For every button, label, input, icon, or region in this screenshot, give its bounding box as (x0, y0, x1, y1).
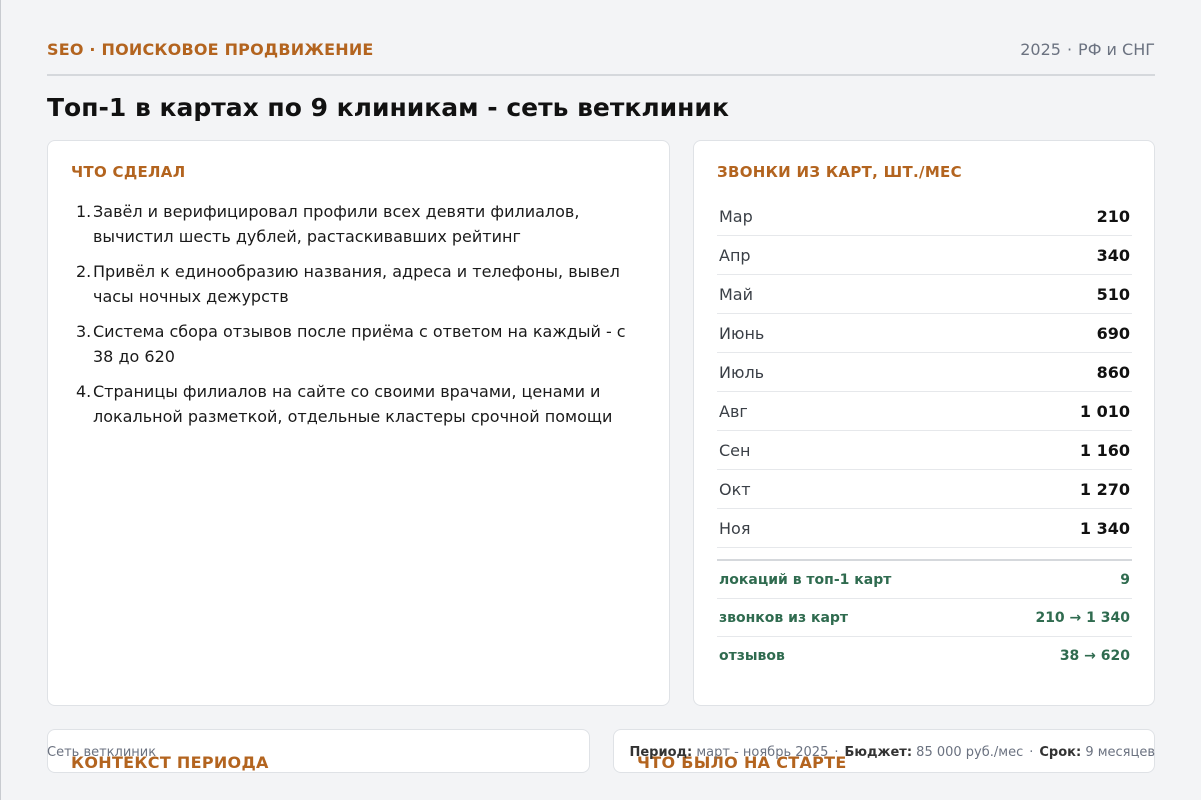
calls-row: Май 510 (717, 275, 1132, 314)
did-heading: ЧТО СДЕЛАЛ (71, 163, 186, 181)
budget-value: 85 000 руб./мес (916, 745, 1024, 760)
did-item-number: 3. (76, 322, 92, 341)
separator: · (1066, 40, 1073, 59)
summary-value: 210 → 1 340 (1035, 609, 1130, 626)
summary-label: локаций в топ-1 карт (719, 571, 892, 588)
calls-row: Июнь 690 (717, 314, 1132, 353)
summary-label: отзывов (719, 648, 785, 664)
did-item-text: Привёл к единообразию названия, адреса и… (93, 262, 620, 306)
summary-row: отзывов 38 → 620 (717, 637, 1132, 675)
calls-card: ЗВОНКИ ИЗ КАРТ, ШТ./МЕС Мар 210 Апр 340 Ма… (693, 140, 1155, 706)
month: Ноя (719, 518, 751, 538)
calls-row: Сен 1 160 (717, 431, 1132, 470)
period-label: Период: (629, 745, 693, 760)
did-item: 2. Привёл к единообразию названия, адреса… (71, 259, 651, 309)
did-item-text: Завёл и верифицировал профили всех девят… (93, 202, 580, 246)
did-item-text: Страницы филиалов на сайте со своими вра… (93, 382, 613, 426)
period-value: март - ноябрь 2025 (696, 745, 829, 760)
did-item: 4. Страницы филиалов на сайте со своими в… (71, 379, 651, 429)
calls-row: Авг 1 010 (717, 392, 1132, 431)
calls-row: Окт 1 270 (717, 470, 1132, 509)
calls-value: 1 160 (1079, 440, 1130, 460)
term-value: 9 месяцев (1085, 745, 1155, 760)
did-card: ЧТО СДЕЛАЛ 1. Завёл и верифицировал профи… (47, 140, 670, 706)
calls-value: 340 (1096, 245, 1130, 265)
page-edge (0, 0, 1, 800)
calls-value: 1 340 (1079, 518, 1130, 538)
summary-value: 38 → 620 (1059, 648, 1130, 664)
summary-row: локаций в топ-1 карт 9 (717, 561, 1132, 599)
separator: · (834, 745, 839, 760)
footer-client: Сеть ветклиник (47, 745, 157, 760)
header-meta: 2025 · РФ и СНГ (1020, 40, 1155, 59)
did-item: 3. Система сбора отзывов после приёма с о… (71, 319, 651, 369)
header: SEO · ПОИСКОВОЕ ПРОДВИЖЕНИЕ 2025 · РФ и СН… (47, 38, 1155, 76)
calls-table: Мар 210 Апр 340 Май 510 Июнь 690 Июль 860 Авг… (717, 197, 1132, 548)
region: РФ и СНГ (1078, 40, 1155, 59)
calls-row: Ноя 1 340 (717, 509, 1132, 548)
did-list: 1. Завёл и верифицировал профили всех дев… (71, 199, 651, 439)
did-item-number: 1. (76, 202, 92, 221)
year: 2025 (1020, 40, 1061, 59)
month: Май (719, 284, 754, 304)
month: Мар (719, 206, 753, 226)
separator: · (1029, 745, 1034, 760)
calls-value: 860 (1096, 362, 1130, 382)
did-item-number: 2. (76, 262, 92, 281)
month: Авг (719, 401, 748, 421)
summary-value: 9 (1120, 571, 1130, 588)
month: Сен (719, 440, 751, 460)
summary-label: звонков из карт (719, 609, 849, 626)
budget-label: Бюджет: (844, 745, 913, 760)
calls-value: 1 010 (1079, 401, 1130, 421)
summary-row: звонков из карт 210 → 1 340 (717, 599, 1132, 637)
did-item-text: Система сбора отзывов после приёма с отв… (93, 322, 626, 366)
month: Июнь (719, 323, 765, 343)
term-label: Срок: (1039, 745, 1082, 760)
calls-heading: ЗВОНКИ ИЗ КАРТ, ШТ./МЕС (717, 163, 962, 181)
did-item: 1. Завёл и верифицировал профили всех дев… (71, 199, 651, 249)
calls-row: Июль 860 (717, 353, 1132, 392)
page-title: Топ-1 в картах по 9 клиникам - сеть ветк… (47, 93, 729, 122)
calls-value: 1 270 (1079, 479, 1130, 499)
section-label: SEO · ПОИСКОВОЕ ПРОДВИЖЕНИЕ (47, 40, 374, 59)
calls-value: 510 (1096, 284, 1130, 304)
month: Окт (719, 479, 751, 499)
calls-value: 210 (1096, 206, 1130, 226)
calls-value: 690 (1096, 323, 1130, 343)
month: Апр (719, 245, 751, 265)
did-item-number: 4. (76, 382, 92, 401)
calls-row: Мар 210 (717, 197, 1132, 236)
summary-block: локаций в топ-1 карт 9 звонков из карт 210… (717, 559, 1132, 675)
footer-details: Период: март - ноябрь 2025 · Бюджет: 85 00… (629, 745, 1155, 760)
month: Июль (719, 362, 765, 382)
calls-row: Апр 340 (717, 236, 1132, 275)
